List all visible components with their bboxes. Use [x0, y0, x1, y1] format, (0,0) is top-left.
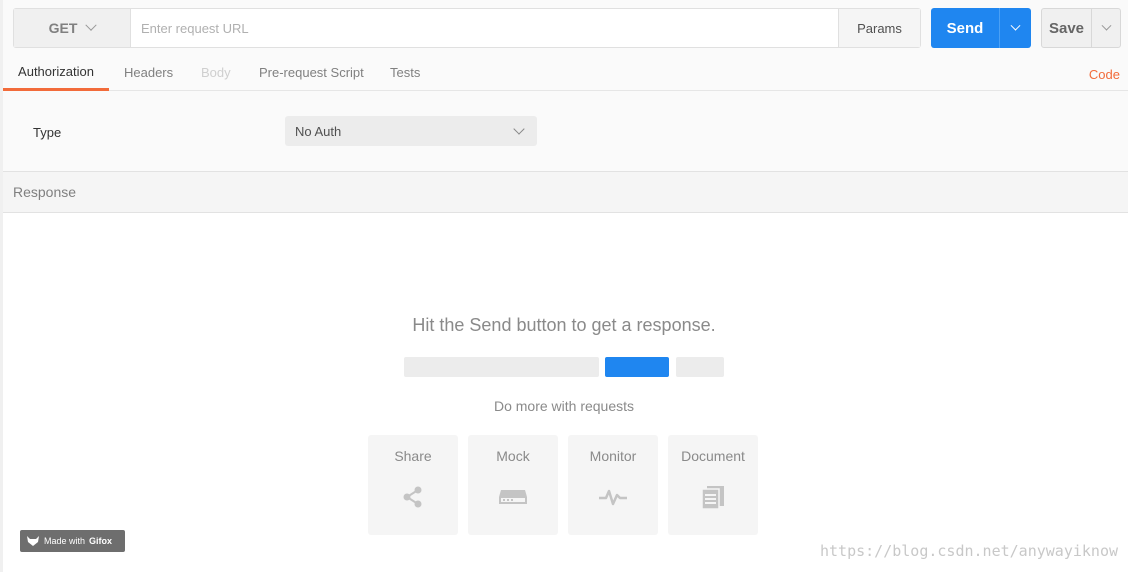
authorization-panel: Type No Auth — [3, 91, 1128, 171]
gifox-badge: Made with Gifox — [20, 530, 125, 552]
chevron-down-icon — [1010, 20, 1021, 31]
request-bar: GET Params — [13, 8, 921, 48]
document-icon — [698, 482, 728, 512]
feature-cards: Share Mock Monitor Document — [368, 435, 758, 535]
monitor-pulse-icon — [598, 482, 628, 512]
save-button-group[interactable]: Save — [1041, 8, 1121, 48]
share-icon — [398, 482, 428, 512]
watermark: https://blog.csdn.net/anywayiknow — [819, 542, 1118, 560]
params-button[interactable]: Params — [838, 9, 920, 47]
mock-server-icon — [498, 482, 528, 512]
tab-authorization[interactable]: Authorization — [3, 55, 109, 91]
placeholder-save-button — [676, 357, 724, 377]
gifox-prefix: Made with — [44, 536, 86, 546]
send-button[interactable]: Send — [931, 8, 1000, 48]
card-label: Document — [681, 448, 745, 464]
tab-body[interactable]: Body — [201, 55, 231, 90]
save-options-dropdown[interactable] — [1092, 9, 1120, 47]
send-button-group[interactable]: Send — [931, 8, 1031, 48]
response-hint: Hit the Send button to get a response. — [412, 315, 716, 335]
chevron-down-icon — [85, 19, 98, 31]
code-link[interactable]: Code — [1089, 67, 1120, 82]
method-dropdown[interactable]: GET — [14, 9, 131, 47]
monitor-card[interactable]: Monitor — [568, 435, 658, 535]
do-more-label: Do more with requests — [493, 398, 635, 414]
response-header: Response — [3, 171, 1128, 213]
tab-headers[interactable]: Headers — [124, 55, 173, 90]
document-card[interactable]: Document — [668, 435, 758, 535]
placeholder-send-button — [605, 357, 669, 377]
save-button[interactable]: Save — [1042, 9, 1092, 47]
card-label: Mock — [496, 448, 530, 464]
url-input[interactable] — [141, 20, 838, 36]
auth-type-value: No Auth — [295, 123, 342, 139]
chevron-down-icon — [513, 123, 525, 135]
gifox-brand: Gifox — [89, 536, 113, 546]
placeholder-url-bar — [404, 357, 599, 377]
card-label: Share — [394, 448, 432, 464]
auth-type-select[interactable]: No Auth — [285, 116, 537, 146]
method-label: GET — [48, 20, 78, 36]
send-options-dropdown[interactable] — [1000, 8, 1031, 48]
chevron-down-icon — [1101, 20, 1111, 31]
share-card[interactable]: Share — [368, 435, 458, 535]
fox-logo-icon — [27, 536, 39, 546]
tab-tests[interactable]: Tests — [390, 55, 420, 90]
card-label: Monitor — [589, 448, 637, 464]
mock-card[interactable]: Mock — [468, 435, 558, 535]
url-field-wrapper[interactable] — [131, 9, 838, 47]
request-tabs: Authorization Headers Body Pre-request S… — [3, 55, 1128, 91]
tab-pre-request-script[interactable]: Pre-request Script — [259, 55, 364, 90]
auth-type-label: Type — [33, 125, 62, 140]
